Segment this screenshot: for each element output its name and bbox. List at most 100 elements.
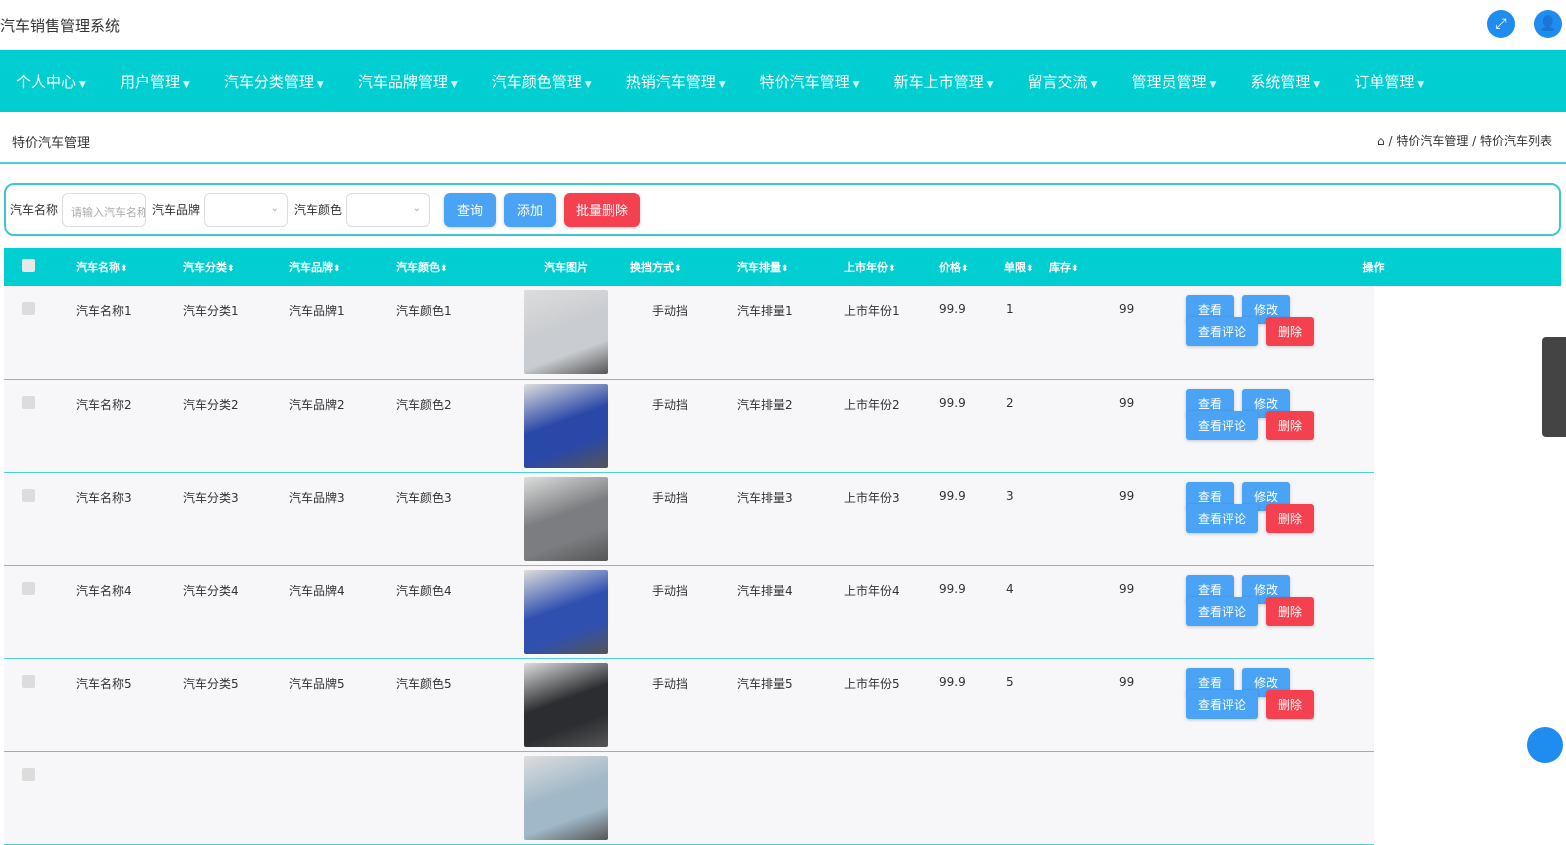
fullscreen-icon[interactable]: ⤢: [1487, 10, 1515, 38]
color-select[interactable]: ⌄: [346, 192, 431, 227]
cell-price: 99.9: [939, 565, 1004, 659]
delete-button[interactable]: 删除: [1266, 410, 1315, 440]
name-input[interactable]: 请输入汽车名称: [62, 192, 147, 227]
nav-label: 特价汽车管理: [759, 72, 850, 91]
sort-icon[interactable]: ⬍: [120, 264, 128, 274]
car-image: [524, 755, 608, 840]
query-button[interactable]: 查询: [444, 192, 497, 227]
batch-delete-button[interactable]: 批量删除: [564, 192, 641, 227]
comments-button[interactable]: 查看评论: [1186, 410, 1259, 440]
home-icon[interactable]: ⌂: [1377, 134, 1385, 148]
caret-down-icon: ▼: [986, 79, 994, 90]
cell-limit: 5: [1004, 658, 1049, 752]
car-image: [524, 476, 608, 561]
cell-category: 汽车分类3: [183, 472, 289, 566]
side-panel-toggle[interactable]: [1542, 337, 1566, 437]
sort-icon[interactable]: ⬍: [961, 264, 969, 274]
top-bar: 汽车销售管理系统 ⤢ 👤: [0, 0, 1566, 50]
brand-select[interactable]: ⌄: [204, 192, 289, 227]
column-header[interactable]: 上市年份⬍: [844, 248, 939, 286]
row-checkbox[interactable]: [22, 674, 35, 688]
nav-item[interactable]: 系统管理 ▼: [1250, 71, 1320, 92]
user-icon[interactable]: 👤: [1534, 10, 1562, 38]
cell-color: 汽车颜色5: [396, 658, 502, 752]
column-label: 汽车图片: [544, 261, 588, 274]
column-header[interactable]: 汽车颜色⬍: [396, 248, 502, 286]
row-checkbox[interactable]: [22, 302, 35, 315]
delete-button[interactable]: 删除: [1266, 317, 1315, 346]
column-header[interactable]: 汽车分类⬍: [183, 248, 289, 286]
sort-icon[interactable]: ⬍: [440, 264, 448, 274]
cell-category: 汽车分类2: [183, 379, 289, 473]
column-header[interactable]: 汽车排量⬍: [737, 248, 844, 286]
cell-category: 汽车分类1: [183, 286, 289, 380]
floating-action-button[interactable]: [1527, 727, 1563, 763]
comments-button[interactable]: 查看评论: [1186, 596, 1259, 626]
column-header[interactable]: 汽车名称⬍: [76, 248, 183, 286]
add-button[interactable]: 添加: [504, 192, 557, 227]
sort-icon[interactable]: ⬍: [227, 264, 235, 274]
column-label: 汽车名称: [76, 261, 120, 274]
breadcrumb: ⌂ / 特价汽车管理 / 特价汽车列表: [1377, 132, 1552, 149]
cell-color: 汽车颜色3: [396, 472, 502, 566]
cell-shift: 手动挡: [630, 565, 737, 659]
comments-button[interactable]: 查看评论: [1186, 689, 1259, 719]
column-header[interactable]: 库存⬍: [1049, 248, 1186, 286]
row-checkbox[interactable]: [22, 488, 35, 502]
sort-icon[interactable]: ⬍: [674, 264, 682, 274]
nav-item[interactable]: 特价汽车管理 ▼: [760, 71, 860, 92]
delete-button[interactable]: 删除: [1266, 689, 1315, 719]
cell-year: [844, 751, 939, 845]
sort-icon[interactable]: ⬍: [888, 264, 896, 274]
nav-item[interactable]: 汽车品牌管理 ▼: [358, 71, 458, 92]
cell-name: 汽车名称2: [76, 379, 183, 473]
select-all-checkbox[interactable]: [4, 248, 76, 286]
cell-stock: 99: [1049, 565, 1186, 659]
column-header[interactable]: 换挡方式⬍: [630, 248, 737, 286]
cell-displacement: 汽车排量4: [737, 565, 844, 659]
row-actions: 查看 修改查看评论 删除: [1186, 658, 1374, 752]
cell-year: 上市年份5: [844, 658, 939, 752]
delete-button[interactable]: 删除: [1266, 596, 1315, 626]
nav-item[interactable]: 汽车分类管理 ▼: [224, 71, 324, 92]
nav-item[interactable]: 新车上市管理 ▼: [894, 71, 994, 92]
caret-down-icon: ▼: [584, 79, 592, 90]
cell-color: [396, 751, 502, 845]
nav-item[interactable]: 管理员管理 ▼: [1131, 71, 1216, 92]
nav-item[interactable]: 热销汽车管理 ▼: [626, 71, 726, 92]
sort-icon[interactable]: ⬍: [1026, 264, 1034, 274]
row-checkbox[interactable]: [22, 581, 35, 595]
column-header[interactable]: 汽车品牌⬍: [289, 248, 396, 286]
column-label: 价格: [939, 261, 961, 274]
nav-item[interactable]: 汽车颜色管理 ▼: [492, 71, 592, 92]
cell-category: [183, 751, 289, 845]
row-checkbox[interactable]: [22, 767, 35, 781]
app-title: 汽车销售管理系统: [0, 17, 121, 35]
row-checkbox[interactable]: [22, 395, 35, 409]
column-header[interactable]: 单限⬍: [1004, 248, 1049, 286]
sort-icon[interactable]: ⬍: [1071, 264, 1079, 274]
cell-displacement: 汽车排量3: [737, 472, 844, 566]
cell-name: [76, 751, 183, 845]
cell-limit: 3: [1004, 472, 1049, 566]
cell-price: 99.9: [939, 472, 1004, 566]
column-label: 库存: [1049, 261, 1071, 274]
cell-price: 99.9: [939, 286, 1004, 380]
nav-label: 用户管理: [119, 72, 180, 91]
nav-item[interactable]: 个人中心 ▼: [16, 71, 86, 92]
cell-year: 上市年份2: [844, 379, 939, 473]
sort-icon[interactable]: ⬍: [781, 264, 789, 274]
sort-icon[interactable]: ⬍: [333, 264, 341, 274]
column-header[interactable]: 价格⬍: [939, 248, 1004, 286]
caret-down-icon: ▼: [79, 79, 86, 90]
comments-button[interactable]: 查看评论: [1186, 317, 1259, 346]
nav-item[interactable]: 用户管理 ▼: [120, 71, 190, 92]
nav-item[interactable]: 留言交流 ▼: [1028, 71, 1098, 92]
cell-brand: 汽车品牌3: [289, 472, 396, 566]
nav-item[interactable]: 订单管理 ▼: [1354, 71, 1424, 92]
delete-button[interactable]: 删除: [1266, 503, 1315, 533]
caret-down-icon: ▼: [450, 79, 458, 90]
comments-button[interactable]: 查看评论: [1186, 503, 1259, 533]
cell-price: [939, 751, 1004, 845]
cell-year: 上市年份3: [844, 472, 939, 566]
